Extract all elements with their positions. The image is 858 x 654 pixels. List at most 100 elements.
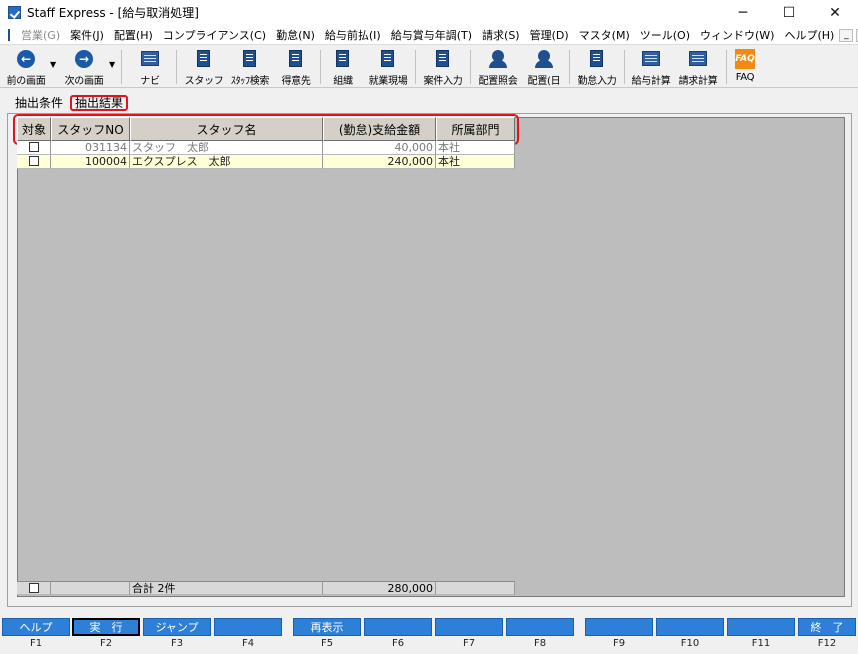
- billing-calc-button[interactable]: 請求計算: [675, 47, 721, 87]
- f1-help-button[interactable]: ヘルプ: [2, 618, 70, 636]
- payroll-calc-button[interactable]: 給与計算: [628, 47, 674, 87]
- cell-amount: 240,000: [323, 155, 436, 169]
- cell-department: 本社: [436, 141, 515, 155]
- org-icon: [336, 50, 349, 67]
- table-row[interactable]: 100004 エクスプレス 太郎 240,000 本社: [17, 155, 515, 169]
- f8-label: F8: [533, 638, 547, 649]
- worksite-button[interactable]: 就業現場: [366, 47, 410, 87]
- tab-strip: 抽出条件 抽出結果: [12, 95, 129, 111]
- cell-staff-name: エクスプレス 太郎: [130, 155, 323, 169]
- placement-inquiry-button[interactable]: 配置照会: [474, 47, 522, 87]
- menu-tools[interactable]: ツール(O): [635, 27, 695, 43]
- menu-sales[interactable]: 営業(G): [16, 27, 65, 43]
- menu-compliance[interactable]: コンプライアンス(C): [158, 27, 271, 43]
- back-button[interactable]: ← 前の画面: [4, 47, 48, 87]
- f8-button[interactable]: [506, 618, 574, 636]
- toolbar-separator: [569, 50, 570, 84]
- worksite-icon: [381, 50, 394, 67]
- toolbar-separator: [415, 50, 416, 84]
- totals-amount: 280,000: [323, 581, 436, 595]
- navi-button[interactable]: ナビ: [132, 47, 168, 87]
- forward-button[interactable]: → 次の画面: [60, 47, 108, 87]
- f12-label: F12: [817, 638, 837, 649]
- f7-label: F7: [462, 638, 476, 649]
- client-button[interactable]: 得意先: [278, 47, 314, 87]
- tab-results[interactable]: 抽出結果: [70, 95, 129, 111]
- toolbar-separator: [726, 50, 727, 84]
- toolbar-separator: [470, 50, 471, 84]
- title-bar: Staff Express - [給与取消処理] ─ ☐ ✕: [0, 0, 858, 26]
- row-checkbox[interactable]: [28, 142, 39, 152]
- people-icon: [535, 50, 553, 68]
- case-input-button[interactable]: 案件入力: [420, 47, 466, 87]
- menu-attendance[interactable]: 勤怠(N): [271, 27, 320, 43]
- menu-admin[interactable]: 管理(D): [525, 27, 574, 43]
- totals-row: 合計 2件 280,000: [17, 581, 515, 595]
- f12-exit-button[interactable]: 終 了: [798, 618, 856, 636]
- row-checkbox[interactable]: [28, 156, 39, 166]
- attendance-input-button[interactable]: 勤怠入力: [574, 47, 620, 87]
- document-icon[interactable]: [8, 29, 10, 41]
- f2-label: F2: [99, 638, 113, 649]
- menu-billing[interactable]: 請求(S): [477, 27, 525, 43]
- f4-label: F4: [241, 638, 255, 649]
- f10-button[interactable]: [656, 618, 724, 636]
- staff-search-button[interactable]: ｽﾀｯﾌ検索: [226, 47, 274, 87]
- f6-label: F6: [391, 638, 405, 649]
- toolbar-separator: [176, 50, 177, 84]
- tab-conditions[interactable]: 抽出条件: [12, 95, 66, 111]
- totals-label: 合計 2件: [130, 581, 323, 595]
- arrow-right-icon: →: [75, 50, 93, 68]
- placement-day-button[interactable]: 配置(日: [524, 47, 564, 87]
- table-row[interactable]: 031134 スタッフ 太郎 40,000 本社: [17, 141, 515, 155]
- f7-button[interactable]: [435, 618, 503, 636]
- maximize-button[interactable]: ☐: [766, 0, 812, 26]
- minimize-button[interactable]: ─: [720, 0, 766, 26]
- f5-refresh-button[interactable]: 再表示: [293, 618, 361, 636]
- menu-payroll[interactable]: 給与賞与年調(T): [386, 27, 477, 43]
- cell-amount: 40,000: [323, 141, 436, 155]
- faq-icon: FAQ: [735, 49, 755, 69]
- arrow-left-icon: ←: [17, 50, 35, 68]
- f10-label: F10: [680, 638, 700, 649]
- staff-button[interactable]: スタッフ: [184, 47, 224, 87]
- org-button[interactable]: 組織: [326, 47, 360, 87]
- menu-case[interactable]: 案件(J): [65, 27, 109, 43]
- f3-jump-button[interactable]: ジャンプ: [143, 618, 211, 636]
- grid-header: 対象 スタッフNO スタッフ名 (勤怠)支給金額 所属部門: [17, 117, 515, 141]
- menu-master[interactable]: マスタ(M): [574, 27, 635, 43]
- f4-button[interactable]: [214, 618, 282, 636]
- header-staff-name[interactable]: スタッフ名: [130, 117, 323, 141]
- header-amount[interactable]: (勤怠)支給金額: [323, 117, 436, 141]
- menu-window[interactable]: ウィンドウ(W): [695, 27, 779, 43]
- f11-button[interactable]: [727, 618, 795, 636]
- app-icon: [8, 6, 21, 19]
- billing-icon: [689, 51, 707, 66]
- people-icon: [489, 50, 507, 68]
- header-staff-no[interactable]: スタッフNO: [51, 117, 130, 141]
- faq-button[interactable]: FAQ FAQ: [732, 47, 758, 87]
- select-all-checkbox[interactable]: [28, 583, 39, 593]
- menu-bar: 営業(G) 案件(J) 配置(H) コンプライアンス(C) 勤怠(N) 給与前払…: [0, 26, 858, 45]
- calculator-icon: [642, 51, 660, 66]
- menu-placement[interactable]: 配置(H): [109, 27, 158, 43]
- f9-button[interactable]: [585, 618, 653, 636]
- forward-dropdown-icon[interactable]: ▼: [109, 60, 115, 69]
- mdi-minimize-button[interactable]: _: [839, 28, 854, 42]
- staff-icon: [197, 50, 210, 67]
- results-grid[interactable]: [17, 117, 845, 597]
- f2-execute-button[interactable]: 実 行: [72, 618, 140, 636]
- header-department[interactable]: 所属部門: [436, 117, 515, 141]
- f6-button[interactable]: [364, 618, 432, 636]
- menu-advance-pay[interactable]: 給与前払(I): [320, 27, 386, 43]
- cell-staff-name: スタッフ 太郎: [130, 141, 323, 155]
- menu-help[interactable]: ヘルプ(H): [779, 27, 839, 43]
- header-target[interactable]: 対象: [17, 117, 51, 141]
- client-icon: [289, 50, 302, 67]
- case-input-icon: [436, 50, 449, 67]
- close-button[interactable]: ✕: [812, 0, 858, 26]
- back-dropdown-icon[interactable]: ▼: [50, 60, 56, 69]
- toolbar: ← 前の画面 ▼ → 次の画面 ▼ ナビ スタッフ ｽﾀｯﾌ検索 得意先 組織 …: [0, 46, 858, 88]
- toolbar-separator: [121, 50, 122, 84]
- keyboard-icon: [141, 51, 159, 66]
